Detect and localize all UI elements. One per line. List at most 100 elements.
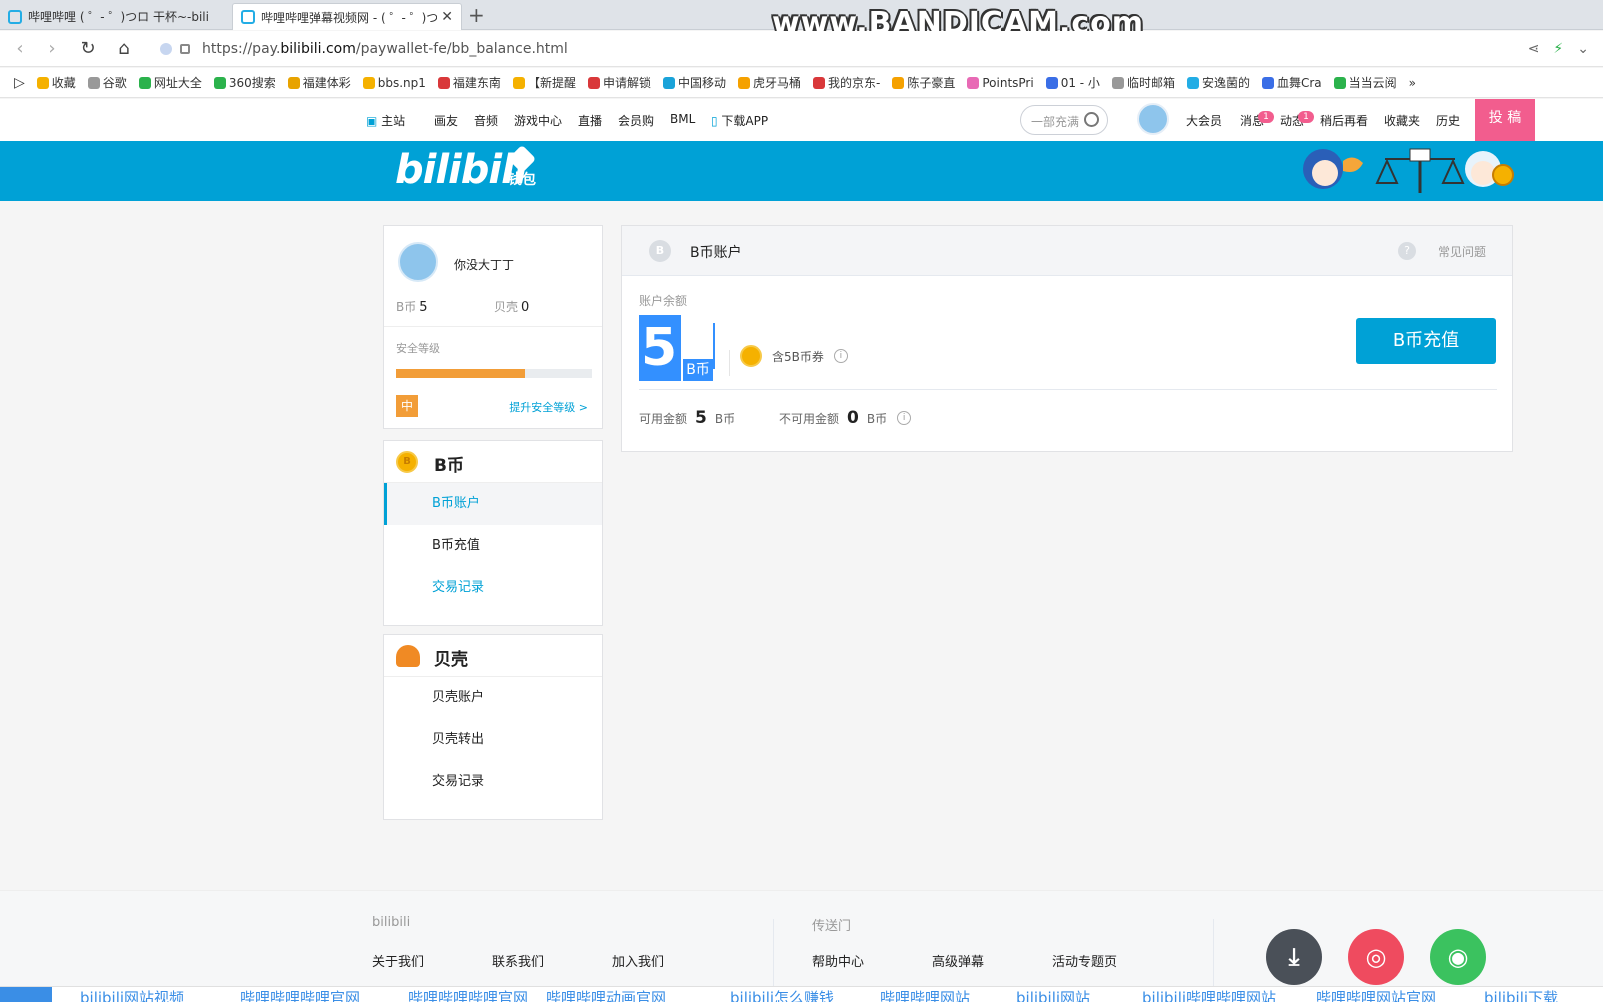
home-icon[interactable]: ⌂ bbox=[112, 37, 136, 61]
bookmark-favicon-icon bbox=[287, 76, 300, 89]
back-icon[interactable]: ‹ bbox=[8, 37, 32, 61]
reload-icon[interactable]: ↻ bbox=[76, 37, 100, 61]
bookmark-item[interactable]: 360搜索 bbox=[213, 74, 276, 91]
recharge-button[interactable]: B币充值 bbox=[1356, 318, 1496, 364]
bookmark-item[interactable]: 01 - 小 bbox=[1045, 74, 1100, 91]
download-icon[interactable]: ⤓ bbox=[1266, 929, 1322, 985]
nav-dynamics[interactable]: 动态 1 bbox=[1280, 111, 1314, 129]
search-tag[interactable]: bilibili哔哩哔哩网站 bbox=[1142, 987, 1276, 1002]
text-cursor bbox=[712, 323, 715, 369]
search-tag[interactable]: 哔哩哔哩网站官网 bbox=[1316, 987, 1436, 1002]
nav-history[interactable]: 历史 bbox=[1436, 112, 1460, 129]
search-icon[interactable] bbox=[1084, 112, 1099, 127]
wechat-icon[interactable]: ◉ bbox=[1430, 929, 1486, 985]
bookmark-item[interactable]: 血舞Cra bbox=[1261, 74, 1322, 91]
nav-main-site[interactable]: ▣ 主站 bbox=[366, 112, 405, 129]
weibo-icon[interactable]: ◎ bbox=[1348, 929, 1404, 985]
search-tag[interactable]: bilibili下载 bbox=[1484, 987, 1558, 1002]
share-icon[interactable]: ⋖ bbox=[1528, 41, 1540, 57]
bookmark-item[interactable]: bbs.np1 bbox=[362, 75, 426, 90]
footer-danmaku[interactable]: 高级弹幕 bbox=[932, 951, 984, 970]
bookmark-favicon-icon bbox=[737, 76, 750, 89]
available-amount: 可用金额 5 B币 bbox=[639, 408, 736, 428]
footer-events[interactable]: 活动专题页 bbox=[1052, 951, 1117, 970]
bookmark-item[interactable]: 我的京东- bbox=[813, 74, 880, 91]
menu-shell-transfer[interactable]: 贝壳转出 bbox=[384, 719, 602, 761]
bookmark-item[interactable]: 【新提醒 bbox=[512, 74, 576, 91]
user-avatar[interactable] bbox=[1137, 103, 1169, 135]
info-icon[interactable]: i bbox=[897, 411, 912, 425]
search-tag[interactable]: 哔哩哔哩哔哩官网 bbox=[240, 987, 360, 1002]
menu-bcoin-account[interactable]: B币账户 bbox=[384, 483, 602, 525]
search-tag[interactable]: bilibili网站视频 bbox=[80, 987, 184, 1002]
question-icon[interactable]: ? bbox=[1398, 242, 1416, 260]
upload-button[interactable]: 投 稿 bbox=[1475, 99, 1535, 145]
user-avatar-large[interactable] bbox=[398, 242, 438, 282]
nav-bml[interactable]: BML bbox=[670, 112, 695, 126]
nav-messages[interactable]: 消息 1 bbox=[1240, 111, 1274, 129]
search-tag[interactable]: bilibili网站 bbox=[1016, 987, 1090, 1002]
nav-huayou[interactable]: 画友 bbox=[434, 112, 458, 129]
new-tab-icon[interactable]: + bbox=[468, 3, 485, 27]
footer-join[interactable]: 加入我们 bbox=[612, 951, 664, 970]
nav-live[interactable]: 直播 bbox=[578, 112, 602, 129]
menu-bcoin-transactions[interactable]: 交易记录 bbox=[384, 567, 602, 609]
bookmark-favicon-icon bbox=[1111, 76, 1124, 89]
menu-bcoin-recharge[interactable]: B币充值 bbox=[384, 525, 602, 567]
search-tag[interactable]: 哔哩哔哩网站 bbox=[880, 987, 970, 1002]
bilibili-logo[interactable]: bilibili bbox=[395, 147, 528, 193]
bookmark-item[interactable]: 安逸菌的 bbox=[1186, 74, 1250, 91]
bookmark-item[interactable]: 谷歌 bbox=[87, 74, 127, 91]
balance-unit: B币 bbox=[683, 359, 713, 381]
tab-title: 哔哩哔哩 ( ゜- ゜)つロ 干杯~-bili bbox=[28, 10, 209, 24]
menu-shell-account[interactable]: 贝壳账户 bbox=[384, 677, 602, 719]
footer-help[interactable]: 帮助中心 bbox=[812, 951, 864, 970]
sidebar-toggle-icon[interactable]: ▷ bbox=[14, 75, 25, 91]
nav-favorites[interactable]: 收藏夹 bbox=[1384, 112, 1420, 129]
coupon-text: 含5B币券 bbox=[772, 349, 824, 364]
search-icon[interactable] bbox=[0, 987, 52, 1002]
bookmark-label: 安逸菌的 bbox=[1201, 76, 1250, 90]
footer-contact[interactable]: 联系我们 bbox=[492, 951, 544, 970]
nav-shop[interactable]: 会员购 bbox=[618, 112, 654, 129]
upgrade-security-link[interactable]: 提升安全等级 > bbox=[509, 399, 588, 415]
more-bookmarks-icon[interactable]: » bbox=[1409, 76, 1416, 90]
bookmark-item[interactable]: 福建体彩 bbox=[287, 74, 351, 91]
browser-tab-2-active[interactable]: 哔哩哔哩弹幕视频网 - ( ゜- ゜)つ ✕ bbox=[232, 3, 462, 30]
bookmark-item[interactable]: 陈子豪直 bbox=[892, 74, 955, 91]
nav-download-app[interactable]: ▯ 下载APP bbox=[711, 112, 768, 129]
bookmark-item[interactable]: 收藏 bbox=[36, 74, 76, 91]
search-tag[interactable]: bilibili怎么赚钱 bbox=[730, 987, 834, 1002]
site-info-icon[interactable] bbox=[160, 43, 172, 55]
forward-icon[interactable]: › bbox=[40, 37, 64, 61]
nav-audio[interactable]: 音频 bbox=[474, 112, 498, 129]
search-tag[interactable]: 哔哩哔哩动画官网 bbox=[546, 987, 666, 1002]
bookmark-item[interactable]: 福建东南 bbox=[437, 74, 501, 91]
url-field[interactable]: https://pay.bilibili.com/paywallet-fe/bb… bbox=[160, 36, 1500, 62]
nav-vip[interactable]: 大会员 bbox=[1186, 112, 1222, 129]
bookmark-item[interactable]: 中国移动 bbox=[662, 74, 726, 91]
bookmark-item[interactable]: 当当云阅 bbox=[1333, 74, 1397, 91]
nav-game-center[interactable]: 游戏中心 bbox=[514, 112, 562, 129]
faq-link[interactable]: 常见问题 bbox=[1438, 243, 1486, 260]
bookmark-label: bbs.np1 bbox=[377, 75, 426, 90]
search-box[interactable]: 一部充满 bbox=[1020, 105, 1108, 135]
message-badge: 1 bbox=[1258, 111, 1274, 123]
bookmark-item[interactable]: PointsPri bbox=[967, 76, 1034, 90]
bookmark-favicon-icon bbox=[36, 76, 49, 89]
bookmark-item[interactable]: 网址大全 bbox=[138, 74, 202, 91]
bookmark-item[interactable]: 虎牙马桶 bbox=[737, 74, 801, 91]
bookmark-item[interactable]: 临时邮箱 bbox=[1111, 74, 1175, 91]
browser-tab-1[interactable]: 哔哩哔哩 ( ゜- ゜)つロ 干杯~-bili bbox=[0, 3, 232, 30]
footer-about[interactable]: 关于我们 bbox=[372, 951, 424, 970]
search-tag[interactable]: 哔哩哔哩哔哩官网 bbox=[408, 987, 528, 1002]
chevron-down-icon[interactable]: ⌄ bbox=[1577, 41, 1589, 57]
info-icon[interactable]: i bbox=[833, 349, 848, 363]
bcoin-account-panel: B B币账户 ? 常见问题 账户余额 5 B币 含5B币券 i B币充值 可用金… bbox=[621, 225, 1513, 452]
bcoin-icon: B bbox=[396, 451, 418, 473]
menu-shell-transactions[interactable]: 交易记录 bbox=[384, 761, 602, 803]
close-tab-icon[interactable]: ✕ bbox=[441, 9, 453, 25]
lightning-icon[interactable]: ⚡ bbox=[1553, 41, 1563, 57]
bookmark-item[interactable]: 申请解锁 bbox=[587, 74, 651, 91]
nav-watch-later[interactable]: 稍后再看 bbox=[1320, 112, 1368, 129]
